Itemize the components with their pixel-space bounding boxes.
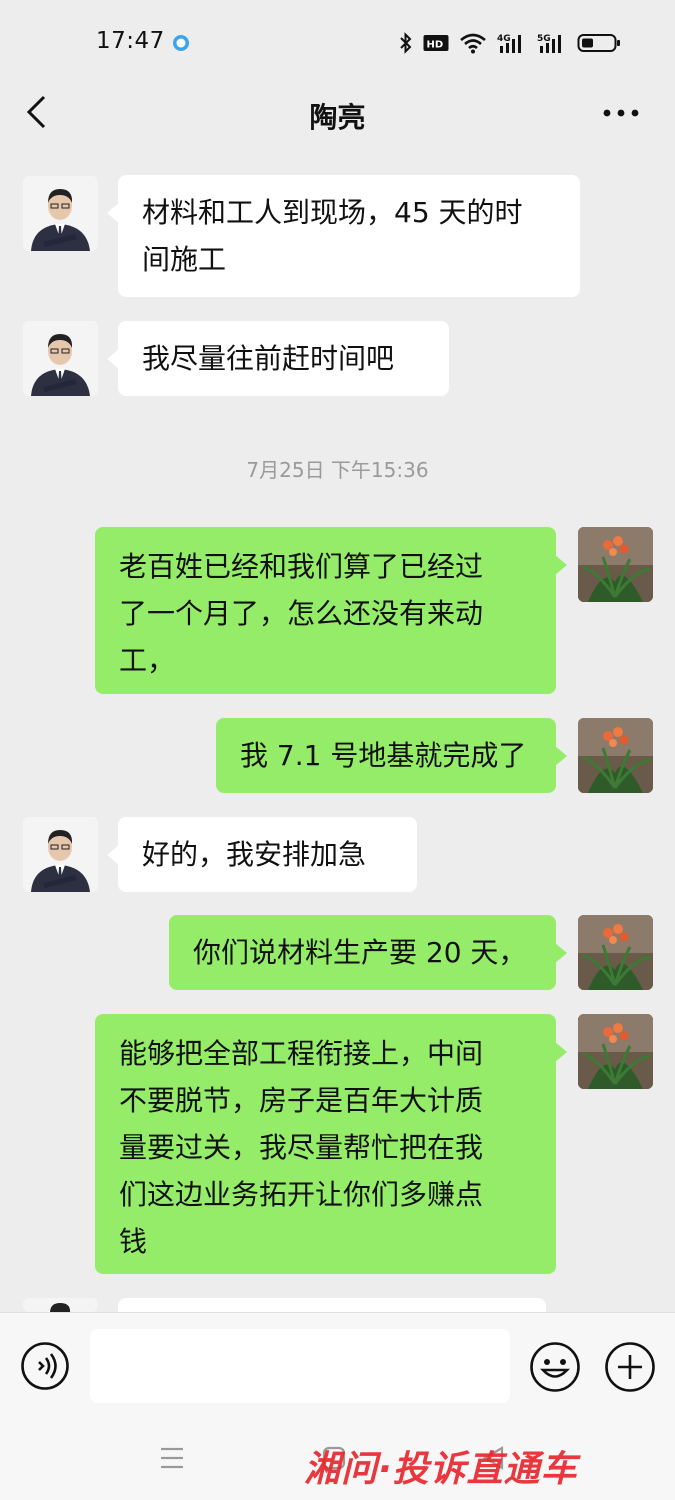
- contact-avatar[interactable]: [23, 176, 98, 251]
- chat-title: 陶亮: [309, 101, 366, 134]
- message-text-line: 钱: [119, 1225, 148, 1258]
- menu-icon[interactable]: [158, 1446, 186, 1470]
- watermark-logo: 湘问·投诉直通车: [304, 1449, 578, 1490]
- message-text-line: 你们说材料生产要 20 天，: [193, 936, 527, 969]
- emoji-icon[interactable]: [529, 1341, 581, 1393]
- message-text-line: 工，: [119, 644, 176, 677]
- voice-icon[interactable]: [20, 1341, 70, 1391]
- outgoing-message-bubble[interactable]: 能够把全部工程衔接上，中间 不要脱节，房子是百年大计质 量要过关，我尽量帮忙把在…: [95, 1014, 567, 1274]
- man-avatar-icon: [23, 321, 98, 396]
- wifi-icon: [460, 33, 486, 54]
- plus-icon[interactable]: [604, 1341, 656, 1393]
- message-timestamp: 7月25日 下午15:36: [246, 458, 429, 482]
- my-avatar[interactable]: [578, 718, 653, 793]
- contact-avatar[interactable]: [23, 1298, 98, 1312]
- message-text-line: 材料和工人到现场，45 天的时: [142, 196, 523, 229]
- signal-4g-icon: 4G: [497, 34, 521, 53]
- bluetooth-icon: [400, 32, 412, 54]
- message-text-line: 了一个月了，怎么还没有来动: [119, 597, 484, 630]
- flower-avatar-icon: [578, 718, 653, 793]
- network-4g-label: 4G: [497, 34, 511, 44]
- man-avatar-icon: [23, 817, 98, 892]
- outgoing-message-bubble[interactable]: 我 7.1 号地基就完成了: [216, 718, 567, 793]
- incoming-message-bubble[interactable]: 好的，我安排加急: [107, 817, 417, 892]
- network-5g-label: 5G: [537, 34, 551, 44]
- status-bar: 17:47 HD 4G 5G: [0, 0, 675, 84]
- outgoing-message-bubble[interactable]: 老百姓已经和我们算了已经过 了一个月了，怎么还没有来动 工，: [95, 527, 567, 694]
- message-text-line: 间施工: [142, 243, 227, 276]
- system-nav-bar: 湘问·投诉直通车: [0, 1412, 675, 1500]
- incoming-message-bubble-partial[interactable]: [107, 1298, 546, 1346]
- contact-avatar[interactable]: [23, 817, 98, 892]
- message-text-line: 量要过关，我尽量帮忙把在我: [119, 1131, 484, 1164]
- my-avatar[interactable]: [578, 915, 653, 990]
- message-text-line: 们这边业务拓开让你们多赚点: [119, 1178, 484, 1211]
- status-icons: HD 4G 5G: [399, 30, 621, 56]
- message-text-line: 好的，我安排加急: [142, 838, 367, 871]
- status-time: 17:47: [96, 28, 165, 54]
- app-notification-icon: [173, 35, 189, 51]
- message-text-line: 老百姓已经和我们算了已经过: [119, 550, 484, 583]
- incoming-message-bubble[interactable]: 我尽量往前赶时间吧: [107, 321, 449, 396]
- flower-avatar-icon: [578, 1014, 653, 1089]
- signal-5g-icon: 5G: [537, 34, 561, 53]
- message-text-line: 我 7.1 号地基就完成了: [240, 739, 527, 772]
- flower-avatar-icon: [578, 527, 653, 602]
- my-avatar[interactable]: [578, 1014, 653, 1089]
- man-avatar-icon: [23, 176, 98, 251]
- chat-input-bar: [0, 1312, 675, 1412]
- flower-avatar-icon: [578, 915, 653, 990]
- hd-badge-text: HD: [427, 40, 444, 51]
- man-avatar-icon: [23, 1299, 98, 1312]
- my-avatar[interactable]: [578, 527, 653, 602]
- contact-avatar[interactable]: [23, 321, 98, 396]
- message-text-line: 我尽量往前赶时间吧: [142, 342, 395, 375]
- outgoing-message-bubble[interactable]: 你们说材料生产要 20 天，: [169, 915, 567, 990]
- message-text-line: 不要脱节，房子是百年大计质: [119, 1084, 484, 1117]
- hd-voice-icon: HD: [423, 35, 449, 51]
- chat-header: 陶亮: [0, 84, 675, 154]
- battery-icon: [577, 34, 620, 52]
- message-text-line: 能够把全部工程衔接上，中间: [119, 1037, 484, 1070]
- message-input[interactable]: [90, 1329, 510, 1403]
- incoming-message-bubble[interactable]: 材料和工人到现场，45 天的时 间施工: [107, 175, 580, 297]
- more-dots-icon[interactable]: [601, 98, 641, 128]
